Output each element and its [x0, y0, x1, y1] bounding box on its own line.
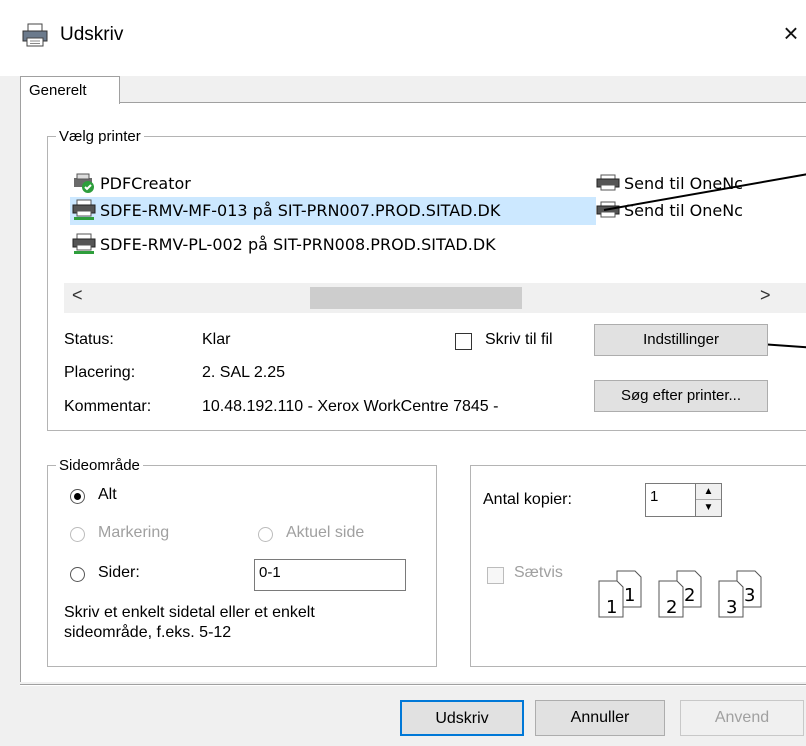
printer-item-send-to-onenote-2[interactable]: Send til OneNc [596, 199, 743, 221]
printer-name: SDFE-RMV-MF-013 på SIT-PRN007.PROD.SITAD… [100, 200, 501, 220]
radio-pages-label: Sider: [98, 564, 140, 581]
printer-item-send-to-onenote-1[interactable]: Send til OneNc [596, 172, 743, 194]
page-range-legend: Sideområde [59, 457, 140, 474]
scroll-right-arrow[interactable]: > [760, 285, 771, 306]
radio-selection[interactable] [70, 527, 85, 542]
printer-item-sdfe-rmv-mf-013[interactable]: SDFE-RMV-MF-013 på SIT-PRN007.PROD.SITAD… [72, 199, 500, 221]
print-button[interactable]: Udskriv [400, 700, 524, 736]
scrollbar-thumb[interactable] [310, 287, 522, 309]
printer-item-pdfcreator[interactable]: PDFCreator [72, 172, 191, 194]
collate-digit: 2 [684, 585, 695, 606]
collate-digit: 3 [726, 597, 737, 618]
comment-label: Kommentar: [64, 398, 152, 415]
collate-pages-icon: 1 1 2 2 3 3 [597, 565, 777, 625]
collate-digit: 3 [744, 585, 755, 606]
printer-name: SDFE-RMV-PL-002 på SIT-PRN008.PROD.SITAD… [100, 234, 496, 254]
location-value: 2. SAL 2.25 [202, 364, 286, 381]
tab-generelt[interactable]: Generelt [20, 76, 120, 104]
close-button[interactable]: × [776, 18, 806, 52]
select-printer-legend: Vælg printer [59, 128, 141, 145]
footer-divider-highlight [20, 685, 806, 686]
pdf-printer-icon [72, 172, 96, 194]
status-label: Status: [64, 331, 114, 348]
printer-name: PDFCreator [100, 173, 191, 193]
cancel-button[interactable]: Annuller [535, 700, 665, 736]
comment-value: 10.48.192.110 - Xerox WorkCentre 7845 - [202, 398, 499, 415]
radio-selection-label: Markering [98, 524, 170, 541]
printer-item-sdfe-rmv-pl-002[interactable]: SDFE-RMV-PL-002 på SIT-PRN008.PROD.SITAD… [72, 233, 496, 255]
apply-button[interactable]: Anvend [680, 700, 804, 736]
print-to-file-label: Skriv til fil [485, 331, 553, 348]
tab-strip-divider [20, 102, 806, 103]
location-label: Placering: [64, 364, 136, 381]
printer-icon [22, 23, 48, 47]
radio-current-page[interactable] [258, 527, 273, 542]
window-title: Udskriv [60, 24, 124, 45]
radio-current-page-label: Aktuel side [286, 524, 365, 541]
copies-spinner[interactable]: ▲ ▼ [695, 483, 722, 517]
page-range-hint: Skriv et enkelt sidetal eller et enkelt … [64, 604, 315, 641]
scroll-left-arrow[interactable]: < [72, 285, 83, 306]
collate-digit: 1 [624, 585, 635, 606]
spin-up-icon[interactable]: ▲ [696, 484, 721, 500]
printer-icon [596, 172, 620, 194]
print-to-file-checkbox[interactable] [455, 333, 472, 350]
status-value: Klar [202, 331, 231, 348]
collate-digit: 2 [666, 597, 677, 618]
radio-all-label: Alt [98, 486, 117, 503]
collate-label: Sætvis [514, 564, 563, 581]
network-printer-icon [72, 199, 96, 221]
settings-button[interactable]: Indstillinger [594, 324, 768, 356]
collate-digit: 1 [606, 597, 617, 618]
find-printer-button[interactable]: Søg efter printer... [594, 380, 768, 412]
collate-checkbox[interactable] [487, 567, 504, 584]
copies-label: Antal kopier: [483, 491, 572, 508]
radio-pages[interactable] [70, 567, 85, 582]
spin-down-icon[interactable]: ▼ [696, 500, 721, 516]
copies-input[interactable]: 1 [645, 483, 697, 517]
network-printer-icon [72, 233, 96, 255]
pages-input[interactable]: 0-1 [254, 559, 406, 591]
radio-all[interactable] [70, 489, 85, 504]
